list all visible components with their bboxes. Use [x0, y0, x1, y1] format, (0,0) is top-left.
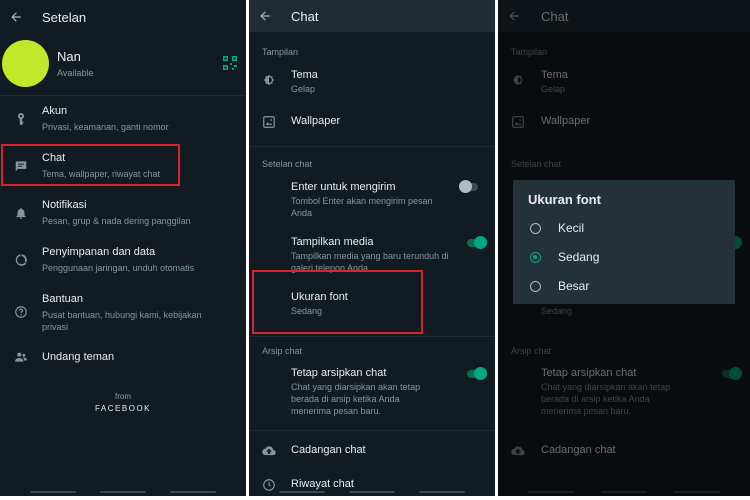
highlight-box-chat [1, 144, 180, 186]
theme-setting[interactable]: Tema Gelap [249, 64, 495, 98]
chat-settings-font-dialog-screen: Chat Tampilan Tema Gelap Wallpaper Setel… [498, 0, 750, 496]
nav-bar-segment [30, 491, 76, 493]
media-visibility-setting[interactable]: Tampilkan media Tampilkan media yang bar… [249, 232, 495, 273]
divider [249, 430, 495, 431]
history-icon [262, 478, 276, 492]
radio-button-selected[interactable] [530, 252, 541, 263]
nav-bar-segment [349, 491, 395, 493]
settings-item-storage[interactable]: Penyimpanan dan data Penggunaan jaringan… [0, 241, 246, 281]
help-icon [14, 305, 28, 319]
font-option-medium[interactable]: Sedang [513, 245, 735, 271]
app-bar [249, 0, 495, 32]
setting-title: Tetap arsipkan chat [291, 367, 387, 379]
radio-button[interactable] [530, 281, 541, 292]
wallpaper-setting[interactable]: Wallpaper [249, 110, 495, 134]
qr-code-icon[interactable] [223, 56, 237, 70]
back-arrow-icon[interactable] [258, 9, 272, 23]
setting-title: Wallpaper [291, 115, 341, 127]
settings-item-title: Notifikasi [42, 199, 87, 211]
enter-to-send-setting[interactable]: Enter untuk mengirim Tombol Enter akan m… [249, 177, 495, 221]
option-label: Sedang [558, 250, 600, 264]
nav-bar-segment [419, 491, 465, 493]
settings-item-account[interactable]: Akun Privasi, keamanan, ganti nomor [0, 100, 246, 140]
keep-archived-setting[interactable]: Tetap arsipkan chat Chat yang diarsipkan… [249, 363, 495, 417]
settings-item-help[interactable]: Bantuan Pusat bantuan, hubungi kami, keb… [0, 288, 246, 336]
font-option-large[interactable]: Besar [513, 274, 735, 300]
chat-settings-screen: Chat Tampilan Tema Gelap Wallpaper Setel… [249, 0, 495, 496]
setting-description: Chat yang diarsipkan akan tetap berada d… [291, 382, 421, 416]
font-size-dialog: Ukuran font Kecil Sedang Besar [513, 180, 735, 304]
option-label: Kecil [558, 221, 585, 235]
dialog-title: Ukuran font [528, 192, 601, 207]
radio-button[interactable] [530, 223, 541, 234]
setting-title: Enter untuk mengirim [291, 181, 396, 193]
chat-backup-setting[interactable]: Cadangan chat [249, 440, 495, 462]
keep-archived-toggle[interactable] [467, 367, 487, 380]
settings-item-title: Penyimpanan dan data [42, 246, 156, 258]
enter-to-send-toggle[interactable] [459, 180, 478, 193]
setting-title: Riwayat chat [291, 478, 354, 490]
avatar[interactable] [2, 40, 49, 87]
settings-item-title: Undang teman [42, 351, 115, 363]
footer-from: from [115, 392, 131, 401]
section-header-display: Tampilan [262, 47, 299, 57]
profile-status: Available [57, 68, 94, 78]
settings-item-invite[interactable]: Undang teman [0, 345, 246, 371]
media-visibility-toggle[interactable] [467, 236, 487, 249]
section-header-chat-settings: Setelan chat [262, 159, 313, 169]
settings-item-title: Bantuan [42, 293, 83, 305]
nav-bar-segment [279, 491, 325, 493]
option-label: Besar [558, 279, 590, 293]
brightness-icon [262, 73, 276, 87]
wallpaper-icon [262, 115, 276, 129]
people-icon [14, 350, 28, 364]
settings-item-subtitle: Penggunaan jaringan, unduh otomatis [42, 263, 195, 273]
settings-screen: Setelan Nan Available Akun Privasi, keam… [0, 0, 246, 496]
divider [249, 146, 495, 147]
cloud-upload-icon [262, 444, 276, 458]
settings-item-subtitle: Pusat bantuan, hubungi kami, kebijakan p… [42, 310, 202, 332]
settings-item-subtitle: Privasi, keamanan, ganti nomor [42, 122, 169, 132]
bell-icon [14, 206, 28, 220]
footer-brand: FACEBOOK [94, 404, 151, 413]
back-arrow-icon[interactable] [9, 10, 23, 24]
profile-name: Nan [57, 49, 81, 64]
setting-title: Tampilkan media [291, 236, 374, 248]
settings-item-subtitle: Pesan, grup & nada dering panggilan [42, 216, 191, 226]
settings-item-notifications[interactable]: Notifikasi Pesan, grup & nada dering pan… [0, 194, 246, 234]
divider [0, 95, 246, 96]
setting-title: Cadangan chat [291, 444, 366, 456]
nav-bar-segment [170, 491, 216, 493]
divider [249, 336, 495, 337]
page-title: Setelan [42, 10, 87, 25]
nav-bar-segment [100, 491, 146, 493]
key-icon [14, 112, 28, 126]
setting-value: Gelap [291, 84, 316, 94]
page-title: Chat [291, 9, 319, 24]
highlight-box-font-size [252, 270, 423, 334]
section-header-archive: Arsip chat [262, 346, 303, 356]
data-usage-icon [14, 253, 28, 267]
setting-title: Tema [291, 69, 318, 81]
setting-description: Tombol Enter akan mengirim pesan Anda [291, 196, 433, 218]
settings-item-title: Akun [42, 105, 68, 117]
font-option-small[interactable]: Kecil [513, 216, 735, 242]
